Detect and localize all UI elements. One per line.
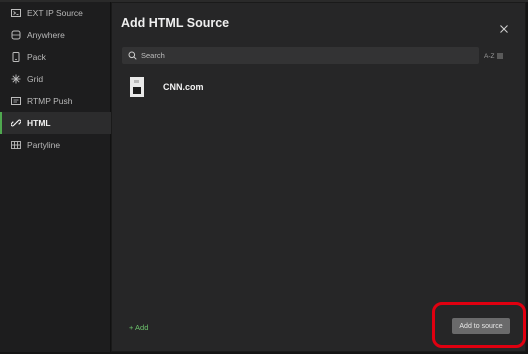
sidebar-item-rtmp-push[interactable]: RTMP Push [0,90,111,112]
partyline-icon [11,140,21,150]
sidebar-item-grid[interactable]: Grid [0,68,111,90]
search-icon [128,51,137,60]
dialog-title: Add HTML Source [121,16,230,30]
sidebar-item-label: Pack [27,52,46,62]
sort-toggle[interactable]: A-Z [484,51,504,61]
rtmp-push-icon [11,96,21,106]
add-html-source-dialog: Add HTML Source A-Z CNN.com + Add Add to… [111,2,526,352]
source-name: CNN.com [163,82,204,92]
source-item-cnn[interactable]: CNN.com [130,75,330,99]
source-thumbnail [130,77,144,97]
search-input[interactable] [141,51,461,60]
sidebar-item-label: Partyline [27,140,61,150]
sidebar-item-html[interactable]: HTML [0,112,111,134]
sidebar-item-label: Anywhere [27,30,65,40]
sort-label: A-Z [484,52,495,60]
link-icon [11,118,21,128]
sidebar-item-label: EXT IP Source [27,8,83,18]
sidebar: EXT IP Source Anywhere Pack Grid RTMP Pu… [0,2,111,352]
close-button[interactable] [499,21,509,33]
add-to-source-button[interactable]: Add to source [452,318,510,334]
close-icon [500,25,508,33]
sidebar-item-label: HTML [27,118,51,128]
pack-icon [11,52,21,62]
sidebar-item-partyline[interactable]: Partyline [0,134,111,156]
sidebar-item-anywhere[interactable]: Anywhere [0,24,111,46]
search-box [122,47,479,64]
add-button[interactable]: + Add [129,323,148,332]
sidebar-item-pack[interactable]: Pack [0,46,111,68]
anywhere-icon [11,30,21,40]
sidebar-item-label: RTMP Push [27,96,73,106]
ext-ip-source-icon [11,8,21,18]
grid-icon [11,74,21,84]
sidebar-item-label: Grid [27,74,44,84]
sidebar-item-ext-ip-source[interactable]: EXT IP Source [0,2,111,24]
app-frame: EXT IP Source Anywhere Pack Grid RTMP Pu… [0,0,528,354]
sort-icon [497,53,504,59]
